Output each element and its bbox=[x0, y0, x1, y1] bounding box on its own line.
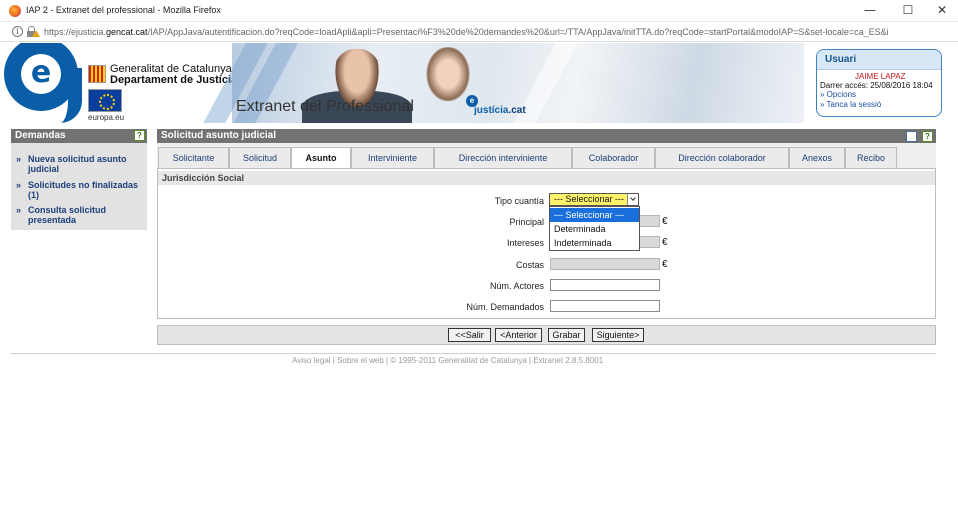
demandados-label: Núm. Demandados bbox=[466, 302, 544, 312]
e-logo-icon: e bbox=[21, 54, 61, 94]
form-panel bbox=[157, 168, 936, 319]
justicia-logo-text: justícia.cat bbox=[474, 105, 526, 116]
grabar-button[interactable]: Grabar bbox=[548, 328, 585, 342]
footer-divider bbox=[11, 353, 936, 354]
user-box-title: Usuari bbox=[817, 50, 941, 70]
principal-label: Principal bbox=[509, 217, 544, 227]
info-icon[interactable]: i bbox=[12, 26, 23, 37]
tab-direccion-colaborador[interactable]: Dirección colaborador bbox=[655, 147, 789, 168]
option-indeterminada[interactable]: Indeterminada bbox=[550, 236, 639, 250]
sidebar: » Nueva solicitud asunto judicial » Soli… bbox=[11, 143, 147, 230]
print-icon[interactable] bbox=[906, 131, 917, 142]
last-access: Darrer accés: 25/08/2016 18:04 bbox=[820, 81, 933, 90]
sidebar-item-label[interactable]: Nueva solicitud asunto judicial bbox=[28, 154, 146, 174]
sidebar-item-label[interactable]: Solicitudes no finalizadas (1) bbox=[28, 180, 146, 200]
siguiente-button[interactable]: Siguiente> bbox=[592, 328, 644, 342]
site-header: e Generalitat de Catalunya Departament d… bbox=[0, 43, 958, 123]
costas-currency: € bbox=[662, 259, 668, 270]
close-button[interactable]: ✕ bbox=[934, 3, 950, 17]
option-seleccionar[interactable]: --- Seleccionar --- bbox=[550, 208, 639, 222]
tab-solicitante[interactable]: Solicitante bbox=[158, 147, 229, 168]
sidebar-help-icon[interactable]: ? bbox=[134, 130, 145, 141]
logo-tail bbox=[60, 68, 82, 123]
gencat-flag-icon bbox=[88, 65, 106, 83]
actores-field[interactable] bbox=[550, 279, 660, 291]
costas-field bbox=[550, 258, 660, 270]
intereses-label: Intereses bbox=[506, 238, 544, 248]
intereses-currency: € bbox=[662, 237, 668, 248]
firefox-icon bbox=[9, 5, 21, 17]
tipo-cuantia-select[interactable]: --- Seleccionar --- bbox=[549, 193, 639, 206]
sidebar-title: Demandas bbox=[11, 129, 147, 143]
eu-label: europa.eu bbox=[88, 113, 125, 122]
anterior-button[interactable]: <Anterior bbox=[495, 328, 542, 342]
banner-title: Extranet del Professional bbox=[236, 98, 414, 115]
tab-anexos[interactable]: Anexos bbox=[789, 147, 845, 168]
warning-icon bbox=[32, 30, 40, 37]
tab-colaborador[interactable]: Colaborador bbox=[572, 147, 655, 168]
gencat-department: Departament de Justícia bbox=[110, 74, 238, 86]
option-determinada[interactable]: Determinada bbox=[550, 222, 639, 236]
actores-label: Núm. Actores bbox=[489, 281, 544, 291]
eu-flag-icon bbox=[88, 89, 122, 112]
window-title: IAP 2 - Extranet del professional - Mozi… bbox=[26, 5, 221, 15]
tipo-cuantia-dropdown[interactable]: --- Seleccionar --- Determinada Indeterm… bbox=[549, 206, 640, 251]
user-box: Usuari JAIME LAPAZ Darrer accés: 25/08/2… bbox=[816, 49, 942, 117]
tab-solicitud[interactable]: Solicitud bbox=[229, 147, 291, 168]
arrow-icon: » bbox=[16, 205, 22, 215]
arrow-icon: » bbox=[16, 180, 22, 190]
window-titlebar: IAP 2 - Extranet del professional - Mozi… bbox=[0, 0, 958, 22]
minimize-button[interactable]: — bbox=[862, 3, 878, 17]
arrow-icon: » bbox=[16, 154, 22, 164]
tab-interviniente[interactable]: Interviniente bbox=[351, 147, 434, 168]
sidebar-item-label[interactable]: Consulta solicitud presentada bbox=[28, 205, 146, 225]
tipo-cuantia-value: --- Seleccionar --- bbox=[554, 194, 625, 204]
address-bar[interactable]: i https://ejusticia.gencat.cat/IAP/AppJa… bbox=[0, 22, 958, 42]
main-help-icon[interactable]: ? bbox=[922, 131, 933, 142]
options-link[interactable]: » Opcions bbox=[820, 90, 856, 99]
section-title: Jurisdicción Social bbox=[158, 171, 935, 185]
tab-direccion-interviniente[interactable]: Dirección interviniente bbox=[434, 147, 572, 168]
page-title: Solicitud asunto judicial bbox=[157, 129, 936, 143]
tab-asunto[interactable]: Asunto bbox=[291, 147, 351, 170]
footer-text[interactable]: Aviso legal | Sobre el web | © 1995-2011… bbox=[292, 356, 603, 365]
logout-link[interactable]: » Tanca la sessió bbox=[820, 100, 881, 109]
url-text[interactable]: https://ejusticia.gencat.cat/IAP/AppJava… bbox=[44, 27, 889, 37]
principal-currency: € bbox=[662, 216, 668, 227]
chevron-down-icon[interactable] bbox=[627, 194, 638, 205]
maximize-button[interactable]: ☐ bbox=[900, 3, 916, 17]
salir-button[interactable]: <<Salir bbox=[448, 328, 491, 342]
button-bar bbox=[157, 325, 936, 345]
tab-recibo[interactable]: Recibo bbox=[845, 147, 897, 168]
user-name: JAIME LAPAZ bbox=[855, 72, 906, 81]
costas-label: Costas bbox=[515, 260, 544, 270]
tipo-cuantia-label: Tipo cuantía bbox=[494, 196, 544, 206]
demandados-field[interactable] bbox=[550, 300, 660, 312]
